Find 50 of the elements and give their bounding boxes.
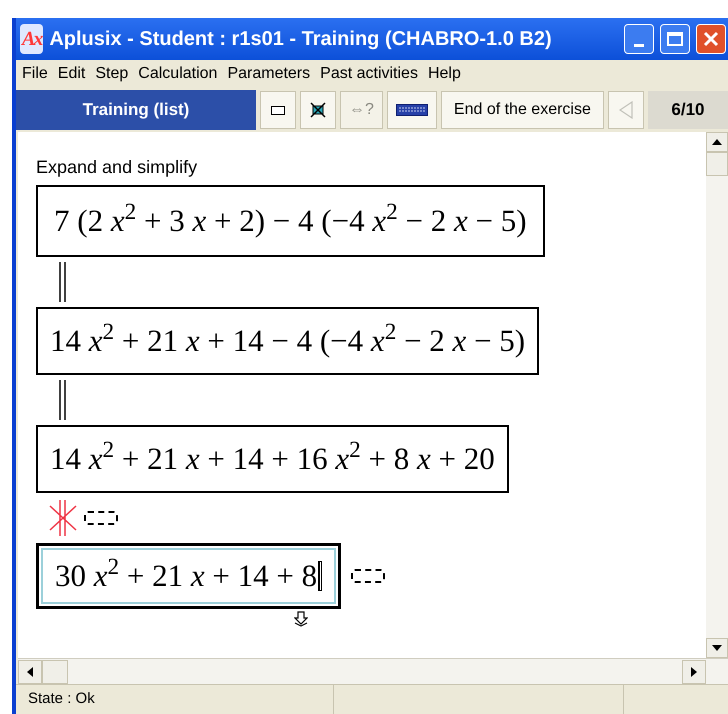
instruction-text: Expand and simplify (36, 156, 198, 179)
vertical-scrollbar[interactable] (706, 132, 728, 658)
exercise-counter: 6/10 (648, 91, 728, 129)
maximize-icon (667, 32, 683, 46)
down-triangle-icon (712, 645, 722, 651)
left-triangle-icon (618, 101, 633, 119)
menu-item[interactable]: Step (95, 62, 128, 86)
right-triangle-icon (691, 666, 697, 676)
menu-item[interactable]: Past activities (320, 62, 418, 86)
toolbar-button[interactable] (300, 91, 336, 129)
close-icon (703, 31, 719, 47)
maximize-button[interactable] (660, 24, 690, 54)
scroll-up-button[interactable] (706, 132, 728, 152)
expression-box[interactable]: 14 x$^{2}$ + 21 x + 14 + 16 x$^{2}$ + 8 x + 20 (36, 425, 509, 493)
left-triangle-icon (27, 666, 33, 676)
window-title: Aplusix - Student : r1s01 - Training (CHABRO-1.0 B2) (49, 27, 553, 52)
math-expression: 30 x$^{2}$ + 21 x + 14 + 8 (55, 556, 318, 595)
expression-box[interactable]: 7 (2 x$^{2}$ + 3 x + 2) − 4 (−4 x$^{2}$ − 2 x − 5) (36, 185, 545, 257)
scroll-thumb[interactable] (42, 660, 68, 684)
menu-item[interactable]: Parameters (227, 62, 310, 86)
menu-item[interactable]: Help (428, 62, 461, 86)
down-arrow-icon (294, 611, 308, 627)
scroll-thumb[interactable] (706, 152, 728, 176)
close-button[interactable] (696, 24, 726, 54)
minimize-button[interactable] (624, 24, 654, 54)
scroll-left-button[interactable] (18, 660, 42, 684)
up-triangle-icon (712, 139, 722, 145)
active-expression-box[interactable]: 30 x$^{2}$ + 21 x + 14 + 8 (36, 543, 342, 609)
math-expression: 14 x$^{2}$ + 21 x + 14 − 4 (−4 x$^{2}$ − 2 x − 5) (50, 321, 526, 360)
minimize-icon (634, 44, 644, 47)
empty-slot-icon (84, 511, 118, 525)
math-expression: 7 (2 x$^{2}$ + 3 x + 2) − 4 (−4 x$^{2}$ − 2 x − 5) (54, 201, 527, 240)
rectangle-icon (271, 106, 285, 114)
toolbar-button[interactable] (260, 91, 296, 129)
end-exercise-button[interactable]: End of the exercise (440, 91, 604, 129)
mode-tab[interactable]: Training (list) (16, 90, 256, 130)
scroll-down-button[interactable] (706, 638, 728, 658)
crossed-box-icon (309, 102, 327, 118)
menu-item[interactable]: File (22, 62, 48, 86)
menu-item[interactable]: Calculation (138, 62, 218, 86)
keyboard-icon (396, 104, 428, 116)
empty-slot-icon (351, 569, 386, 583)
toolbar-button[interactable] (386, 91, 437, 129)
horizontal-scrollbar[interactable] (18, 658, 728, 684)
scroll-right-button[interactable] (682, 660, 706, 684)
status-text: State : Ok (16, 685, 334, 714)
expression-box[interactable]: 14 x$^{2}$ + 21 x + 14 − 4 (−4 x$^{2}$ − 2 x − 5) (36, 307, 540, 375)
app-logo: Ax (20, 24, 44, 54)
menu-item[interactable]: Edit (58, 62, 86, 86)
math-expression: 14 x$^{2}$ + 21 x + 14 + 16 x$^{2}$ + 8 x + 20 (50, 439, 495, 478)
